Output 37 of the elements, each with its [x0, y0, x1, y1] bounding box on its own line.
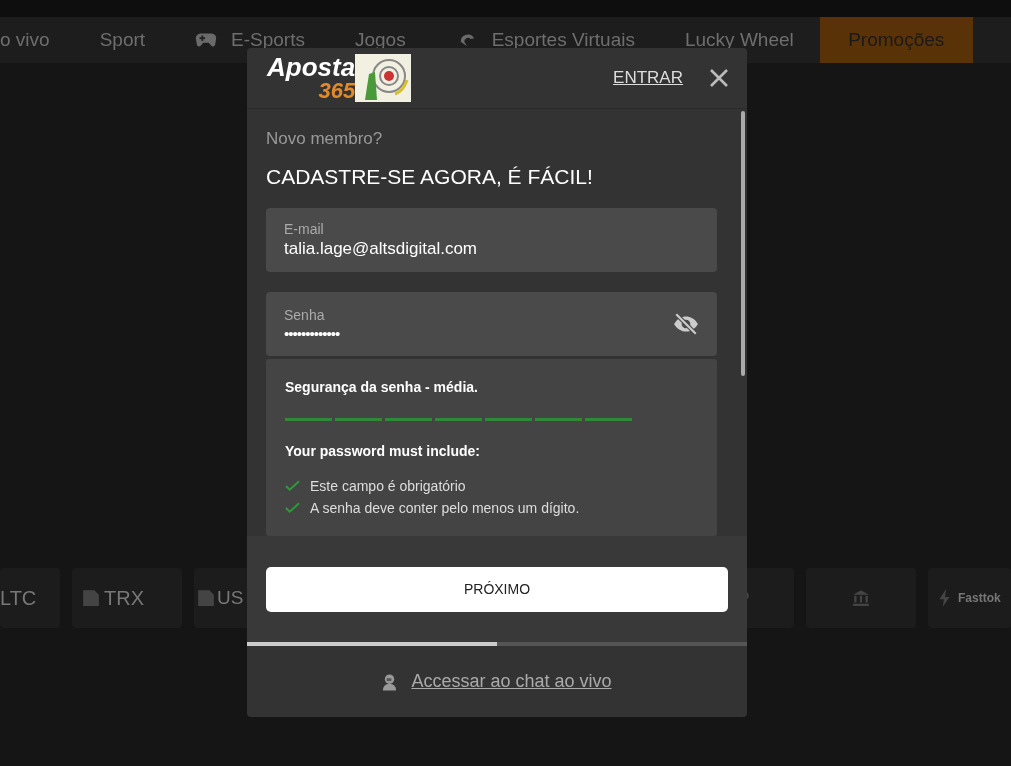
nav-tab[interactable]: Esportes Virtuais — [455, 17, 635, 63]
broken-image-icon — [197, 589, 215, 607]
bank-icon — [852, 589, 870, 607]
nav-tab[interactable]: Sport — [99, 17, 146, 63]
subtitle: Novo membro? — [266, 129, 384, 149]
tile-label: US — [217, 587, 244, 609]
requirement-text: A senha deve conter pelo menos um dígito. — [310, 500, 580, 516]
field-value: ••••••••••••• — [284, 324, 340, 342]
gamepad-icon — [195, 31, 218, 49]
logo-number: 365 — [318, 80, 356, 102]
next-button[interactable]: PRÓXIMO — [266, 566, 728, 612]
tile-label: Fasttok — [958, 591, 1001, 605]
login-link[interactable]: ENTRAR — [613, 68, 683, 88]
support-agent-icon — [382, 672, 398, 691]
tile-label: LTC — [0, 586, 37, 610]
email-field[interactable]: E-mail talia.lage@altsdigital.com — [266, 208, 717, 272]
dialog-title: CADASTRE-SE AGORA, É FÁCIL! — [266, 165, 594, 189]
payment-tile[interactable] — [806, 568, 916, 628]
payment-tile[interactable]: LTC — [0, 568, 60, 628]
requirement-text: Este campo é obrigatório — [310, 478, 466, 494]
payment-tile[interactable]: Fasttok — [928, 568, 1011, 628]
target-emblem-icon — [355, 54, 412, 102]
scrollbar-thumb[interactable] — [741, 111, 745, 376]
eye-slash-icon[interactable] — [673, 313, 699, 335]
live-chat-link[interactable]: Accessar ao chat ao vivo — [411, 671, 612, 692]
requirements-title: Your password must include: — [285, 443, 481, 459]
payment-tile[interactable]: TRX — [72, 568, 182, 628]
broken-image-icon — [82, 589, 100, 607]
field-label: Senha — [284, 306, 326, 323]
nav-tab[interactable]: o vivo — [0, 17, 50, 63]
password-field[interactable]: Senha ••••••••••••• — [266, 292, 717, 356]
field-value: talia.lage@altsdigital.com — [284, 239, 479, 259]
close-icon[interactable] — [709, 68, 729, 88]
tile-label: TRX — [104, 586, 144, 610]
strength-title: Segurança da senha - média. — [285, 379, 479, 395]
logo-wordmark: Aposta — [267, 54, 356, 80]
field-label: E-mail — [284, 221, 325, 237]
